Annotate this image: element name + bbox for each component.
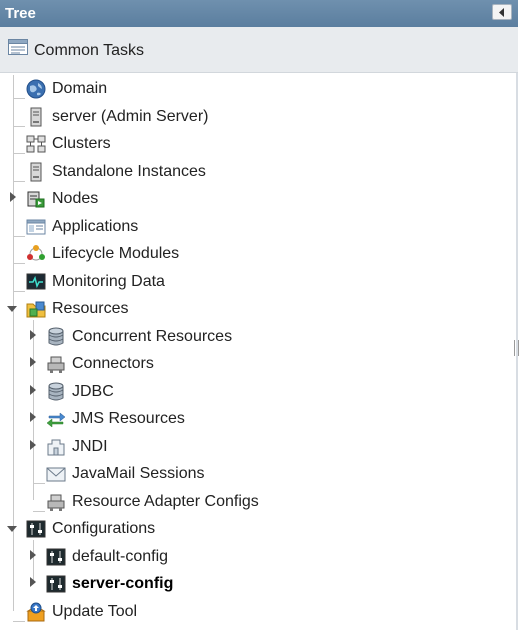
globe-icon bbox=[26, 79, 46, 99]
tree-line bbox=[13, 126, 25, 127]
tree-item-label: JNDI bbox=[72, 438, 108, 455]
expand-toggle-jms-resources[interactable] bbox=[28, 412, 38, 422]
tree-item-label: Resource Adapter Configs bbox=[72, 493, 259, 510]
tree-item-label: JDBC bbox=[72, 383, 114, 400]
cluster-icon bbox=[26, 135, 46, 153]
nodes-icon bbox=[27, 191, 45, 208]
lifecycle-icon bbox=[27, 245, 45, 261]
expand-toggle-default-config[interactable] bbox=[28, 550, 38, 560]
tree-line bbox=[33, 320, 34, 500]
tree-item-label: Monitoring Data bbox=[52, 273, 165, 290]
monitor-icon bbox=[26, 273, 46, 290]
tree-item-label: Clusters bbox=[52, 135, 111, 152]
resources-folder-icon bbox=[26, 301, 46, 318]
tree-item-label: Applications bbox=[52, 218, 139, 235]
panel-titlebar: Tree bbox=[0, 0, 518, 27]
tree-line bbox=[13, 181, 25, 182]
config-icon bbox=[46, 575, 66, 593]
collapse-toggle-configurations[interactable] bbox=[7, 524, 17, 534]
jndi-icon bbox=[47, 439, 65, 456]
tree-line bbox=[13, 291, 25, 292]
expand-toggle-connectors[interactable] bbox=[28, 357, 38, 367]
tree-item-label: Standalone Instances bbox=[52, 163, 206, 180]
tree-item-label: Domain bbox=[52, 80, 108, 97]
tree-panel: Tree Common Tasks Domain server (Admin S… bbox=[0, 0, 518, 630]
tree-item-label: Update Tool bbox=[52, 603, 138, 620]
tree-line bbox=[13, 621, 25, 622]
applications-icon bbox=[26, 219, 46, 235]
server-icon bbox=[30, 107, 42, 127]
tree-item-label: Nodes bbox=[52, 190, 99, 207]
tree-line bbox=[13, 153, 25, 154]
expand-toggle-nodes[interactable] bbox=[8, 192, 18, 202]
database-icon bbox=[48, 327, 64, 346]
tree-item-label: JMS Resources bbox=[72, 410, 185, 427]
collapse-panel-button[interactable] bbox=[492, 4, 512, 20]
tree-line bbox=[13, 236, 25, 237]
tree-line bbox=[33, 511, 45, 512]
tree-line bbox=[33, 483, 45, 484]
tree-item-label: Lifecycle Modules bbox=[52, 245, 180, 262]
config-icon bbox=[26, 520, 46, 538]
expand-toggle-server-config[interactable] bbox=[28, 577, 38, 587]
jms-arrows-icon bbox=[46, 412, 66, 428]
tree-item-label: Connectors bbox=[72, 355, 154, 372]
chevron-left-icon bbox=[499, 8, 504, 17]
expand-toggle-jndi[interactable] bbox=[28, 440, 38, 450]
mail-icon bbox=[46, 467, 66, 482]
tree-item-label: Concurrent Resources bbox=[72, 328, 233, 345]
common-tasks-link[interactable]: Common Tasks bbox=[0, 27, 518, 73]
update-tool-icon bbox=[26, 602, 46, 622]
tree-item-label: server-config bbox=[72, 575, 174, 592]
tree-line bbox=[13, 263, 25, 264]
connector-icon bbox=[47, 356, 65, 373]
panel-title: Tree bbox=[5, 5, 36, 22]
database-icon bbox=[48, 382, 64, 401]
collapse-toggle-resources[interactable] bbox=[7, 304, 17, 314]
panel-resize-grip[interactable] bbox=[514, 340, 519, 356]
tree-item-label: Resources bbox=[52, 300, 129, 317]
tasks-icon bbox=[8, 39, 28, 55]
tree-item-label: JavaMail Sessions bbox=[72, 465, 205, 482]
tree-line bbox=[33, 540, 34, 582]
tree-item-label: Configurations bbox=[52, 520, 156, 537]
expand-toggle-concurrent-resources[interactable] bbox=[28, 330, 38, 340]
connector-icon bbox=[47, 494, 65, 511]
expand-toggle-jdbc[interactable] bbox=[28, 385, 38, 395]
server-icon bbox=[30, 162, 42, 182]
config-icon bbox=[46, 548, 66, 566]
common-tasks-label: Common Tasks bbox=[34, 42, 144, 59]
tree-item-label: default-config bbox=[72, 548, 169, 565]
tree-line bbox=[13, 98, 25, 99]
tree-item-label: server (Admin Server) bbox=[52, 108, 209, 125]
